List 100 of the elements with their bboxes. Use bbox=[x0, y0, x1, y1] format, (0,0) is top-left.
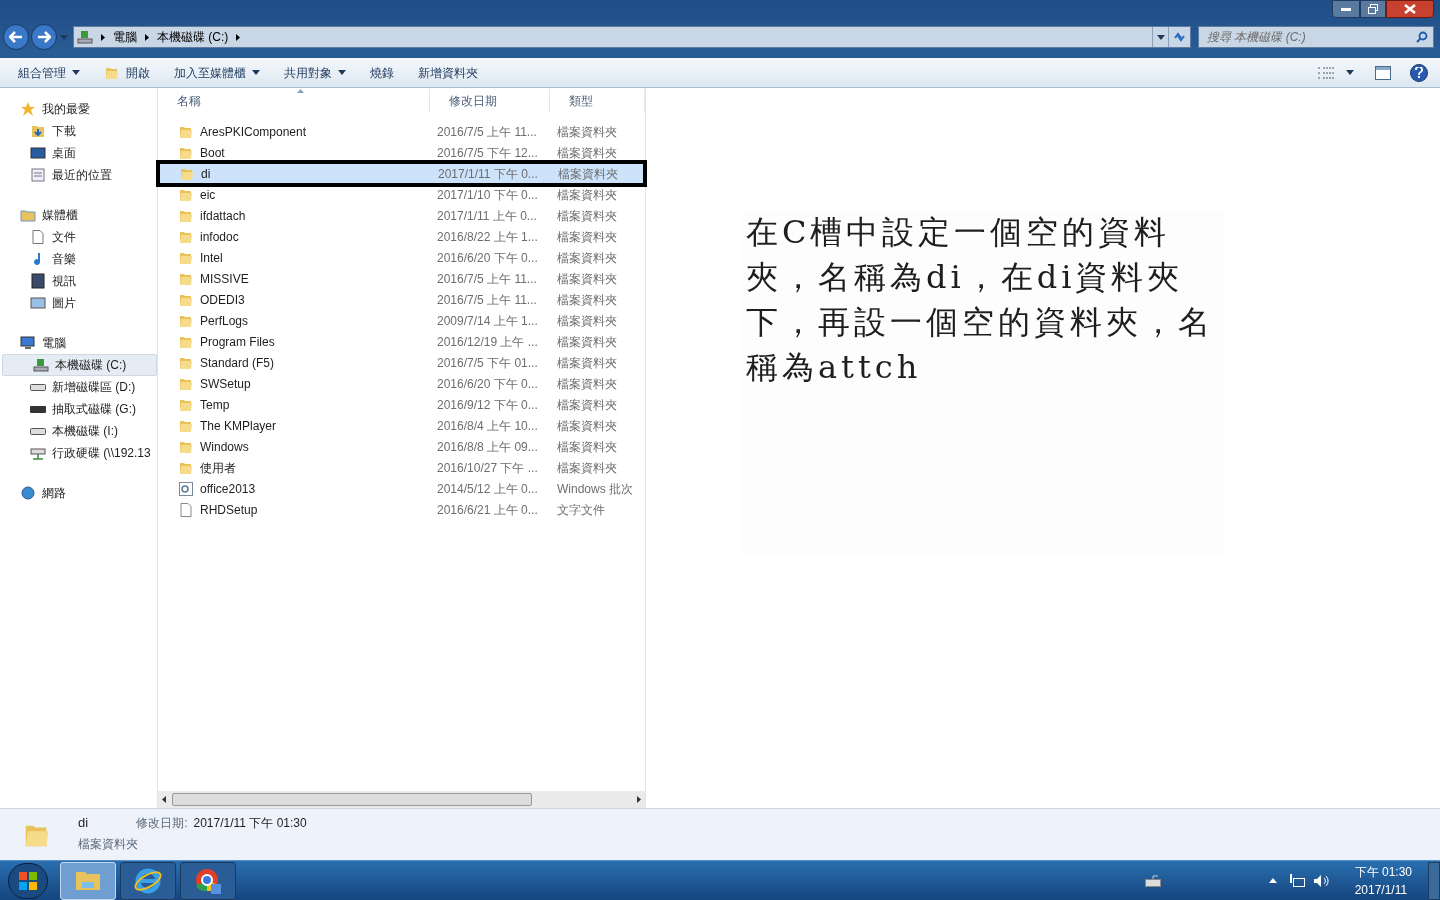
system-drive-icon bbox=[33, 357, 49, 373]
file-row[interactable]: office2013 2014/5/12 上午 0... Windows 批次 bbox=[158, 478, 645, 499]
file-name: ODEDI3 bbox=[158, 290, 431, 309]
scroll-right-icon bbox=[637, 796, 641, 803]
file-type: 檔案資料夾 bbox=[556, 438, 618, 456]
file-row[interactable]: infodoc 2016/8/22 上午 1... 檔案資料夾 bbox=[158, 226, 645, 247]
nav-item[interactable]: 行政硬碟 (\\192.13 bbox=[0, 442, 157, 464]
clock-time[interactable]: 下午 01:30 bbox=[1354, 862, 1412, 881]
file-row[interactable]: Temp 2016/9/12 下午 0... 檔案資料夾 bbox=[158, 394, 645, 415]
file-row[interactable]: The KMPlayer 2016/8/4 上午 10... 檔案資料夾 bbox=[158, 415, 645, 436]
file-name: 使用者 bbox=[158, 458, 431, 477]
document-icon bbox=[178, 501, 194, 518]
file-name: RHDSetup bbox=[158, 500, 431, 519]
start-button[interactable] bbox=[8, 862, 48, 899]
column-header[interactable]: 名稱 bbox=[158, 89, 431, 113]
toolbar-button[interactable]: 燒錄 bbox=[360, 60, 404, 85]
file-row[interactable]: Boot 2016/7/5 下午 12... 檔案資料夾 bbox=[158, 142, 645, 163]
caret-icon bbox=[1156, 34, 1165, 40]
file-row[interactable]: RHDSetup 2016/6/21 上午 0... 文字文件 bbox=[158, 499, 645, 520]
forward-button[interactable] bbox=[31, 24, 57, 50]
computer-icon bbox=[20, 335, 36, 351]
nav-group[interactable]: 媒體櫃 bbox=[0, 204, 157, 226]
file-name: Program Files bbox=[158, 332, 431, 351]
nav-item[interactable]: 下載 bbox=[0, 120, 157, 142]
nav-item[interactable]: 視訊 bbox=[0, 270, 157, 292]
back-button[interactable] bbox=[3, 24, 29, 50]
nav-group[interactable]: 網路 bbox=[0, 482, 157, 504]
chevron-right-icon bbox=[101, 33, 105, 41]
file-row[interactable]: MISSIVE 2016/7/5 上午 11... 檔案資料夾 bbox=[158, 268, 645, 289]
file-name: Standard (F5) bbox=[158, 353, 431, 372]
nav-item[interactable]: 最近的位置 bbox=[0, 164, 157, 186]
caret-icon bbox=[1346, 70, 1354, 75]
file-type: Windows 批次 bbox=[556, 480, 634, 498]
taskbar-app[interactable] bbox=[120, 861, 176, 900]
maximize-button[interactable] bbox=[1360, 0, 1386, 18]
toolbar-button[interactable]: 新增資料夾 bbox=[408, 60, 488, 85]
nav-item[interactable]: 圖片 bbox=[0, 292, 157, 314]
close-button[interactable] bbox=[1386, 0, 1434, 18]
file-date: 2009/7/14 上午 1... bbox=[436, 312, 539, 330]
file-name: The KMPlayer bbox=[158, 416, 431, 435]
file-date: 2016/7/5 上午 11... bbox=[436, 270, 538, 288]
nav-item[interactable]: 本機磁碟 (C:) bbox=[2, 354, 157, 376]
file-row[interactable]: 使用者 2016/10/27 下午 ... 檔案資料夾 bbox=[158, 457, 645, 478]
horizontal-scrollbar[interactable] bbox=[158, 791, 645, 808]
file-name: PerfLogs bbox=[158, 311, 431, 330]
nav-item[interactable]: 抽取式磁碟 (G:) bbox=[0, 398, 157, 420]
file-date: 2016/10/27 下午 ... bbox=[436, 459, 539, 477]
toolbar-button[interactable]: 開啟 bbox=[94, 60, 160, 85]
dropdown-button[interactable] bbox=[1152, 27, 1168, 47]
caret-up-icon bbox=[1268, 878, 1277, 883]
scroll-thumb[interactable] bbox=[172, 793, 532, 806]
file-row[interactable]: Intel 2016/6/20 下午 0... 檔案資料夾 bbox=[158, 247, 645, 268]
file-row[interactable]: AresPKIComponent 2016/7/5 上午 11... 檔案資料夾 bbox=[158, 121, 645, 142]
restore-icon bbox=[1368, 4, 1378, 14]
address-bar[interactable]: 電腦 本機磁碟 (C:) bbox=[73, 26, 1191, 48]
preview-pane-button[interactable] bbox=[1374, 64, 1392, 81]
file-type: 檔案資料夾 bbox=[556, 249, 618, 267]
minimize-button[interactable] bbox=[1332, 0, 1360, 18]
sort-arrow-icon bbox=[297, 89, 304, 93]
file-row[interactable]: ODEDI3 2016/7/5 上午 11... 檔案資料夾 bbox=[158, 289, 645, 310]
file-name: Temp bbox=[158, 395, 431, 414]
file-row[interactable]: PerfLogs 2009/7/14 上午 1... 檔案資料夾 bbox=[158, 310, 645, 331]
column-header[interactable]: 類型 bbox=[550, 89, 645, 113]
nav-group[interactable]: 我的最愛 bbox=[0, 98, 157, 120]
file-name: SWSetup bbox=[158, 374, 431, 393]
column-header[interactable]: 修改日期 bbox=[430, 89, 551, 113]
file-row[interactable]: Program Files 2016/12/19 上午 ... 檔案資料夾 bbox=[158, 331, 645, 352]
breadcrumb[interactable]: 本機磁碟 (C:) bbox=[157, 28, 229, 46]
file-row[interactable]: Windows 2016/8/8 上午 09... 檔案資料夾 bbox=[158, 436, 645, 457]
arrow-right-icon bbox=[37, 31, 51, 43]
toolbar-button[interactable]: 組合管理 bbox=[8, 60, 90, 85]
nav-group[interactable]: 電腦 bbox=[0, 332, 157, 354]
star-icon bbox=[20, 101, 36, 117]
help-button[interactable] bbox=[1410, 63, 1428, 82]
toolbar-button[interactable]: 共用對象 bbox=[274, 60, 356, 85]
taskbar-app[interactable] bbox=[180, 861, 236, 900]
nav-item[interactable]: 音樂 bbox=[0, 248, 157, 270]
nav-item[interactable]: 本機磁碟 (I:) bbox=[0, 420, 157, 442]
file-row[interactable]: ifdattach 2017/1/11 上午 0... 檔案資料夾 bbox=[158, 205, 645, 226]
file-date: 2016/7/5 下午 12... bbox=[436, 144, 539, 162]
breadcrumb[interactable]: 電腦 bbox=[113, 28, 137, 46]
date-value: 2017/1/11 下午 01:30 bbox=[193, 815, 307, 832]
drive-icon bbox=[30, 427, 46, 435]
file-type: 檔案資料夾 bbox=[556, 207, 618, 225]
nav-item[interactable]: 新增磁碟區 (D:) bbox=[0, 376, 157, 398]
nav-item[interactable]: 文件 bbox=[0, 226, 157, 248]
nav-item[interactable]: 桌面 bbox=[0, 142, 157, 164]
file-row[interactable]: di 2017/1/11 下午 0... 檔案資料夾 bbox=[159, 163, 644, 184]
file-row[interactable]: eic 2017/1/10 下午 0... 檔案資料夾 bbox=[158, 184, 645, 205]
file-row[interactable]: Standard (F5) 2016/7/5 下午 01... 檔案資料夾 bbox=[158, 352, 645, 373]
toolbar-button[interactable]: 加入至媒體櫃 bbox=[164, 60, 270, 85]
date-label: 修改日期: bbox=[136, 815, 188, 832]
clock-date[interactable]: 2017/1/11 bbox=[1354, 880, 1408, 899]
file-date: 2014/5/12 上午 0... bbox=[436, 480, 539, 498]
search-field[interactable]: 搜尋 本機磁碟 (C:) bbox=[1198, 26, 1434, 48]
file-type: 文字文件 bbox=[556, 501, 606, 519]
drive-icon bbox=[30, 405, 46, 413]
windows-logo-icon bbox=[18, 870, 38, 891]
file-row[interactable]: SWSetup 2016/6/20 下午 0... 檔案資料夾 bbox=[158, 373, 645, 394]
file-type: 檔案資料夾 bbox=[556, 354, 618, 372]
